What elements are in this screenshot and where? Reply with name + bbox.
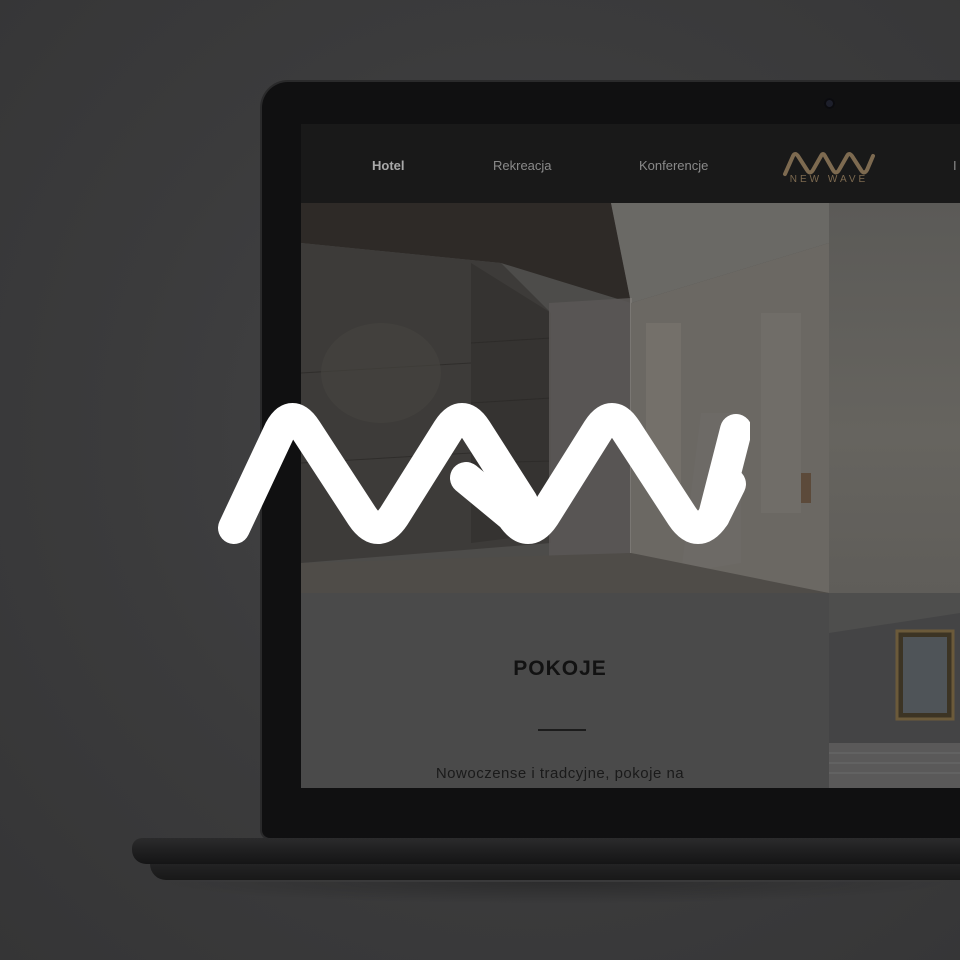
side-photo <box>829 203 960 593</box>
nav-item-hotel[interactable]: Hotel <box>372 158 405 173</box>
rooms-section: POKOJE Nowoczense i tradcyjne, pokoje na <box>301 593 829 788</box>
title-divider <box>538 729 586 731</box>
laptop-base-lip <box>150 864 960 880</box>
section-text: Nowoczense i tradcyjne, pokoje na <box>435 765 685 782</box>
laptop-shadow <box>150 882 960 904</box>
room-photo <box>829 593 960 788</box>
webcam <box>824 98 835 109</box>
laptop-base <box>132 838 960 864</box>
nav-item-rekreacja[interactable]: Rekreacja <box>493 158 552 173</box>
brand-name: NEW WAVE <box>789 174 869 185</box>
nav-item-truncated[interactable]: I <box>953 158 957 173</box>
section-title: POKOJE <box>513 657 607 680</box>
site-navbar: Hotel Rekreacja Konferencje NEW WAVE I <box>301 124 960 203</box>
nav-item-konferencje[interactable]: Konferencje <box>639 158 708 173</box>
nw-wave-logo-icon <box>218 403 750 544</box>
